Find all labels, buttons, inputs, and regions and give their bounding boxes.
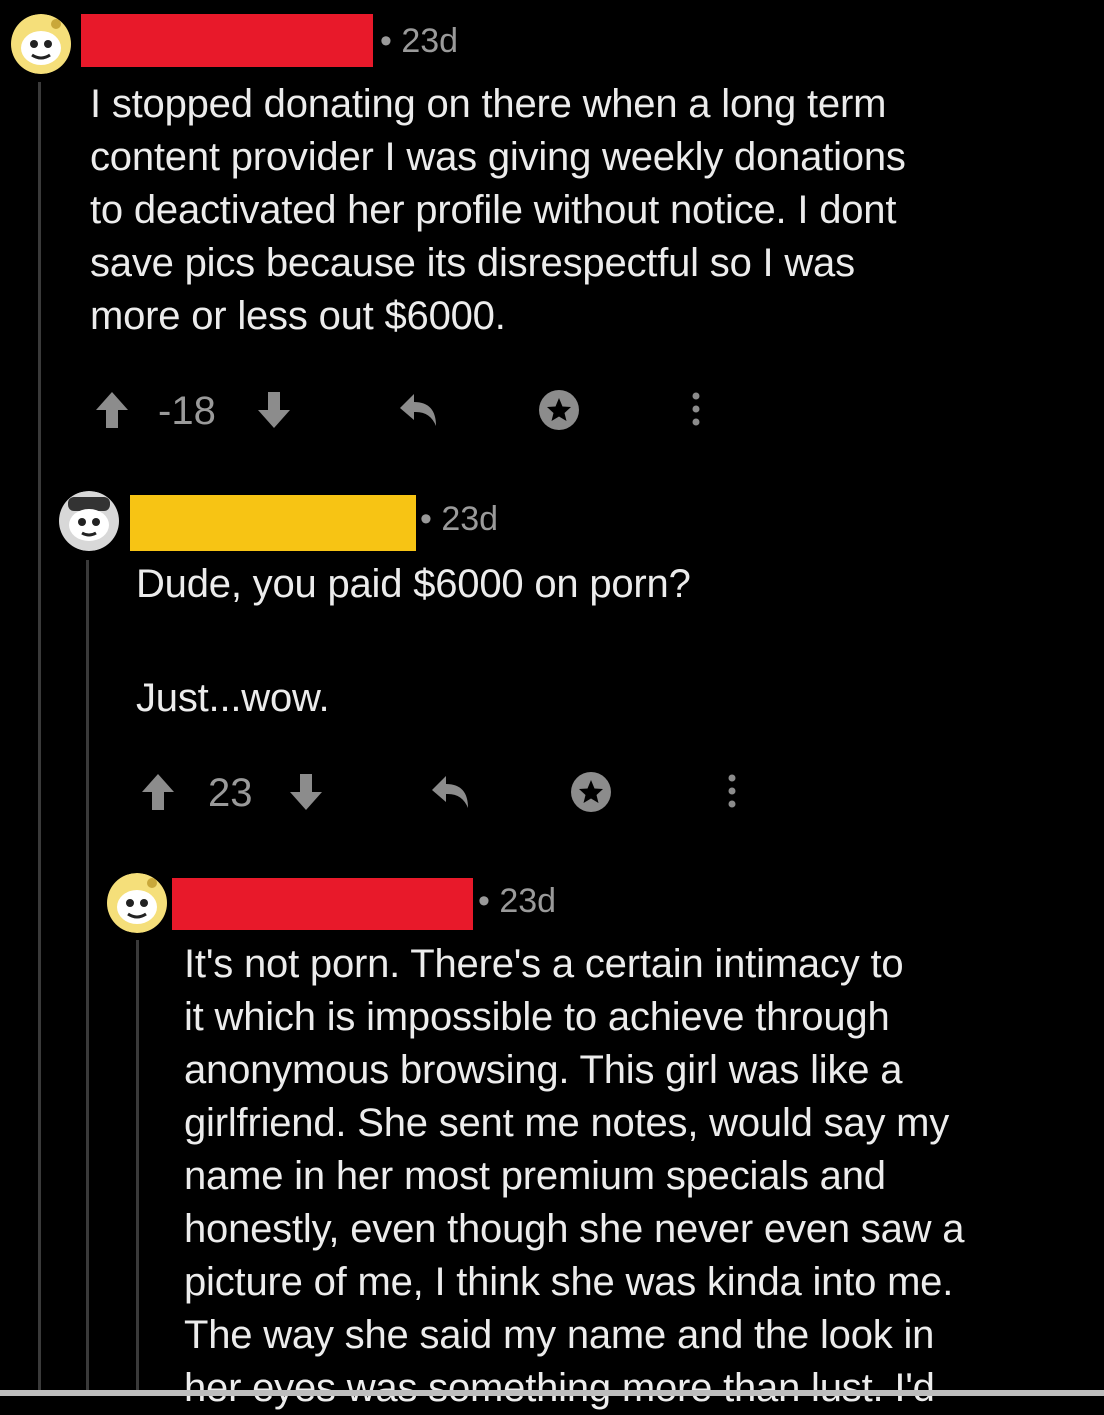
- comment-body: It's not porn. There's a certain intimac…: [184, 942, 965, 1410]
- upvote-arrow-icon[interactable]: [138, 768, 178, 814]
- comment-body: Dude, you paid $6000 on porn? Just...wow…: [136, 562, 691, 720]
- comment-actions: -18: [92, 386, 732, 436]
- reply-icon[interactable]: [428, 768, 474, 814]
- downvote-arrow-icon[interactable]: [254, 386, 294, 432]
- vote-score: -18: [158, 389, 216, 433]
- username-redacted[interactable]: [130, 495, 416, 551]
- more-options-icon[interactable]: [688, 386, 704, 432]
- thread-line-3[interactable]: [136, 940, 139, 1396]
- comment-age: • 23d: [380, 22, 459, 60]
- thread-line-1[interactable]: [38, 82, 41, 1396]
- thread-line-2[interactable]: [86, 560, 89, 1396]
- snoo-avatar-icon: [107, 873, 167, 933]
- username-redacted[interactable]: [81, 14, 373, 67]
- snoo-avatar-icon: [11, 14, 71, 74]
- username-redacted[interactable]: [172, 878, 473, 930]
- user-avatar[interactable]: [58, 491, 120, 551]
- reply-icon[interactable]: [396, 386, 442, 432]
- comment-body: I stopped donating on there when a long …: [90, 82, 906, 338]
- award-icon[interactable]: [568, 768, 614, 814]
- comment-age: • 23d: [420, 500, 499, 538]
- award-icon[interactable]: [536, 386, 582, 432]
- snoo-avatar-icon: [59, 491, 119, 551]
- upvote-arrow-icon[interactable]: [92, 386, 132, 432]
- user-avatar[interactable]: [10, 14, 72, 74]
- comment-actions: 23: [138, 768, 758, 818]
- screenshot-bottom-edge: [0, 1390, 1104, 1396]
- vote-score: 23: [208, 771, 253, 815]
- downvote-arrow-icon[interactable]: [286, 768, 326, 814]
- comment-age: • 23d: [478, 882, 557, 920]
- more-options-icon[interactable]: [724, 768, 740, 814]
- user-avatar[interactable]: [106, 873, 168, 933]
